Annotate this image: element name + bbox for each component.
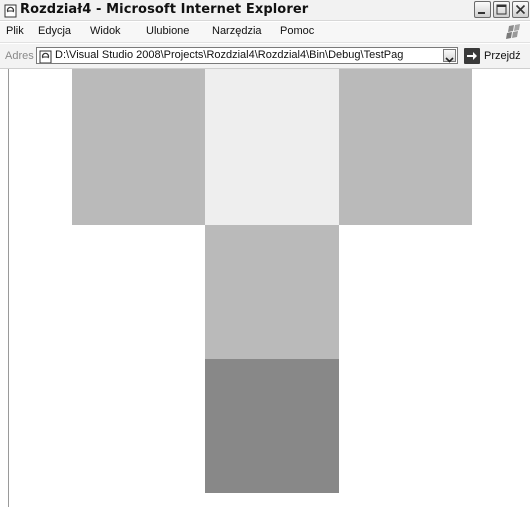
address-input[interactable]: D:\Visual Studio 2008\Projects\Rozdzial4… <box>36 47 458 64</box>
tile-top-right <box>339 69 472 225</box>
chevron-down-icon <box>445 57 454 63</box>
tile-top-center <box>205 69 339 225</box>
maximize-icon <box>496 4 507 15</box>
minimize-button[interactable] <box>474 1 491 18</box>
go-button[interactable] <box>464 48 480 64</box>
close-icon <box>515 4 526 15</box>
window-title: Rozdział4 - Microsoft Internet Explorer <box>20 2 309 17</box>
browser-window: Rozdział4 - Microsoft Internet Explorer … <box>0 0 530 507</box>
close-button[interactable] <box>512 1 529 18</box>
tile-bottom <box>205 359 339 493</box>
address-url: D:\Visual Studio 2008\Projects\Rozdzial4… <box>55 49 404 61</box>
tile-top-left <box>72 69 205 225</box>
ie-page-icon <box>4 3 18 18</box>
menu-item-pomoc[interactable]: Pomoc <box>280 25 314 37</box>
address-bar: Adres D:\Visual Studio 2008\Projects\Roz… <box>0 44 530 69</box>
maximize-button[interactable] <box>493 1 510 18</box>
menu-item-edycja[interactable]: Edycja <box>38 25 71 37</box>
menu-item-plik[interactable]: Plik <box>6 25 24 37</box>
address-label: Adres <box>5 50 34 62</box>
title-bar[interactable]: Rozdział4 - Microsoft Internet Explorer <box>0 0 530 21</box>
menu-bar: Plik Edycja Widok Ulubione Narzędzia Pom… <box>0 22 530 43</box>
page-content[interactable] <box>0 69 530 507</box>
windows-logo-icon <box>500 23 528 41</box>
menu-item-narzedzia[interactable]: Narzędzia <box>212 25 262 37</box>
tile-middle <box>205 225 339 359</box>
left-edge-divider <box>8 69 9 507</box>
address-dropdown-button[interactable] <box>443 49 456 63</box>
go-label[interactable]: Przejdź <box>484 50 521 62</box>
minimize-icon <box>478 12 485 14</box>
arrow-right-icon <box>467 52 477 60</box>
ie-page-icon <box>39 49 53 63</box>
menu-item-ulubione[interactable]: Ulubione <box>146 25 189 37</box>
menu-item-widok[interactable]: Widok <box>90 25 121 37</box>
